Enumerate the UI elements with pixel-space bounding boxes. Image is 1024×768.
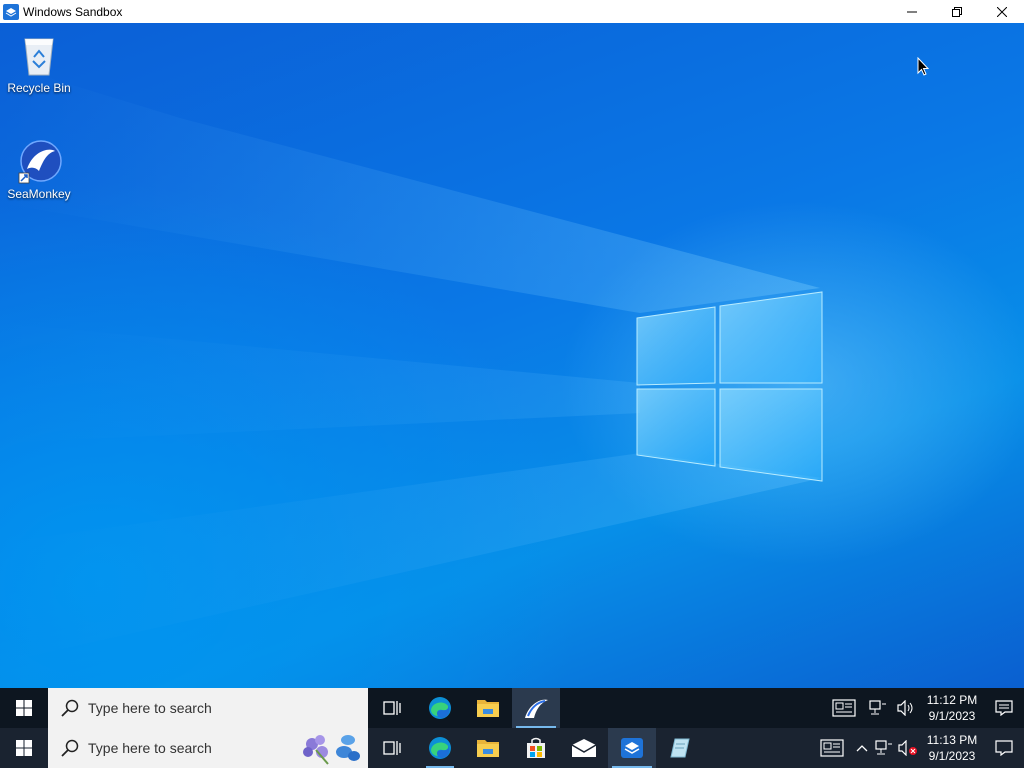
desktop[interactable]: Recycle Bin SeaMonkey [0,23,1024,688]
windows-logo-icon [16,700,32,716]
desktop-icon-label: SeaMonkey [7,187,71,201]
taskbar-seamonkey-button[interactable] [512,688,560,728]
search-box[interactable]: Type here to search [48,728,368,768]
taskbar-clock[interactable]: 11:12 PM 9/1/2023 [920,688,984,728]
news-and-interests-button[interactable] [812,728,852,768]
notepad-icon [670,738,690,758]
edge-icon [429,697,451,719]
news-icon [832,699,856,717]
volume-muted-icon [898,740,917,756]
volume-icon [897,700,913,716]
volume-button[interactable] [892,688,920,728]
desktop-icon-seamonkey[interactable]: SeaMonkey [1,137,77,201]
logo-pane [636,306,716,386]
windows-sandbox-icon [3,3,19,20]
minimize-button[interactable] [889,0,934,23]
taskbar-store-button[interactable] [512,728,560,768]
task-view-button[interactable] [368,688,416,728]
search-placeholder: Type here to search [88,700,212,716]
recycle-bin-icon [15,31,63,79]
logo-pane [636,388,716,467]
sandbox-taskbar: Type here to search 11:12 PM 9/1/2023 [0,688,1024,728]
restore-button[interactable] [934,0,979,23]
taskbar-mail-button[interactable] [560,728,608,768]
window-title: Windows Sandbox [23,4,123,19]
network-button[interactable] [872,728,896,768]
seamonkey-icon [15,137,63,185]
search-box[interactable]: Type here to search [48,688,368,728]
taskbar-clock[interactable]: 11:13 PM 9/1/2023 [920,728,984,768]
notification-icon [995,740,1013,756]
task-view-icon [383,701,401,715]
start-button[interactable] [0,728,48,768]
clock-time: 11:12 PM [926,693,978,707]
taskbar-file-explorer-button[interactable] [464,688,512,728]
task-view-icon [383,741,401,755]
windows-logo-icon [16,740,32,756]
desktop-icon-label: Recycle Bin [7,81,71,95]
logo-pane [719,388,823,482]
mail-icon [571,739,597,757]
taskbar-windows-sandbox-button[interactable] [608,728,656,768]
mouse-cursor-icon [917,57,929,76]
news-and-interests-button[interactable] [824,688,864,728]
clock-date: 9/1/2023 [928,749,976,763]
search-highlight-flowers-icon [303,735,360,765]
start-button[interactable] [0,688,48,728]
clock-time: 11:13 PM [926,733,978,747]
network-button[interactable] [864,688,892,728]
search-icon [61,699,79,717]
taskbar-edge-button[interactable] [416,728,464,768]
chevron-up-icon [856,745,868,752]
logo-pane [719,291,823,384]
file-explorer-icon [477,700,499,717]
seamonkey-icon [525,699,548,718]
taskbar-file-explorer-button[interactable] [464,728,512,768]
task-view-button[interactable] [368,728,416,768]
action-center-button[interactable] [984,688,1024,728]
desktop-icon-recycle-bin[interactable]: Recycle Bin [1,31,77,95]
network-icon [869,700,886,715]
taskbar-notepad-button[interactable] [656,728,704,768]
taskbar-edge-button[interactable] [416,688,464,728]
clock-date: 9/1/2023 [928,709,976,723]
notification-icon [995,700,1013,716]
network-icon [875,740,892,755]
file-explorer-icon [477,740,499,757]
search-icon [61,739,79,757]
wallpaper-light-beams [0,63,823,663]
action-center-button[interactable] [984,728,1024,768]
store-icon [527,737,545,758]
search-placeholder: Type here to search [88,740,212,756]
host-taskbar: Type here to search 11:13 PM 9/1/2023 [0,728,1024,768]
news-icon [820,739,844,757]
edge-icon [429,737,451,759]
windows-sandbox-icon [621,738,643,758]
window-titlebar[interactable]: Windows Sandbox [0,0,1024,23]
show-hidden-icons-button[interactable] [852,728,872,768]
close-button[interactable] [979,0,1024,23]
volume-button[interactable] [896,728,920,768]
